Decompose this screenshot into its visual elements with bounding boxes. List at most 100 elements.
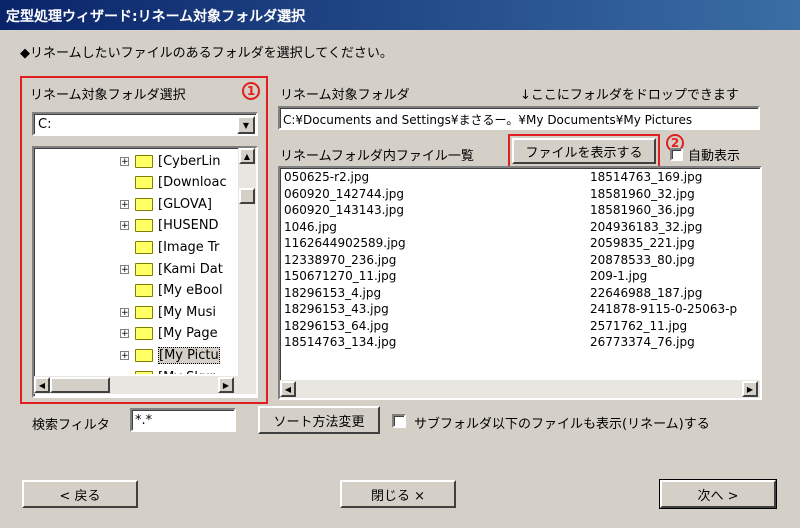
file-item[interactable]: 20878533_80.jpg — [590, 252, 737, 269]
instruction-text: ◆リネームしたいファイルのあるフォルダを選択してください。 — [20, 46, 393, 61]
file-item[interactable]: 060920_143143.jpg — [284, 202, 406, 219]
tree-item-label: [Downloac — [158, 175, 227, 191]
file-item[interactable]: 26773374_76.jpg — [590, 334, 737, 351]
folder-icon — [135, 176, 153, 190]
file-item[interactable]: 2571762_11.jpg — [590, 318, 737, 335]
back-button[interactable]: < 戻る — [22, 480, 138, 508]
tree-item-label: [My Pictu — [158, 346, 220, 364]
folder-icon — [135, 219, 153, 233]
file-list[interactable]: 050625-r2.jpg 060920_142744.jpg 060920_143… — [278, 166, 762, 400]
folder-icon — [135, 370, 153, 374]
file-item[interactable]: 209-1.jpg — [590, 268, 737, 285]
expand-icon[interactable]: + — [120, 329, 129, 339]
file-item[interactable]: 2059835_221.jpg — [590, 235, 737, 252]
file-list-label: リネームフォルダ内ファイル一覧 — [280, 149, 474, 164]
target-folder-label: リネーム対象フォルダ — [280, 88, 410, 103]
dropdown-arrow-icon[interactable]: ▼ — [237, 116, 255, 134]
file-scroll-left-icon[interactable]: ◀ — [280, 381, 296, 397]
file-item[interactable]: 18296153_4.jpg — [284, 285, 406, 302]
tree-item-label: [Image Tr — [158, 239, 220, 255]
expand-icon[interactable]: + — [120, 350, 129, 360]
tree-item-label: [GLOVA] — [158, 196, 212, 212]
subfolder-label: サブフォルダ以下のファイルも表示(リネーム)する — [414, 417, 710, 432]
file-item[interactable]: 12338970_236.jpg — [284, 252, 406, 269]
auto-display-checkbox[interactable] — [670, 148, 683, 161]
scroll-up-icon[interactable]: ▲ — [239, 148, 255, 164]
sort-button[interactable]: ソート方法変更 — [258, 406, 380, 434]
folder-icon — [135, 154, 153, 168]
file-item[interactable]: 1046.jpg — [284, 219, 406, 236]
tree-vscroll[interactable]: ▲ — [238, 148, 256, 376]
tree-item-label: [My eBool — [158, 283, 223, 299]
scroll-left-icon[interactable]: ◀ — [34, 377, 50, 393]
folder-tree[interactable]: +[CyberLin+[Downloac+[GLOVA]+[HUSEND+[Im… — [32, 146, 258, 398]
target-folder-path[interactable]: C:¥Documents and Settings¥まさるー。¥My Docum… — [278, 106, 760, 130]
file-hscroll[interactable]: ◀ ▶ — [280, 380, 760, 398]
file-item[interactable]: 204936183_32.jpg — [590, 219, 737, 236]
marker-1: 1 — [242, 82, 260, 100]
show-files-button[interactable]: ファイルを表示する — [512, 138, 656, 164]
filter-label: 検索フィルタ — [32, 418, 110, 433]
tree-item[interactable]: + [My Musi — [120, 301, 216, 323]
tree-item-label: [HUSEND — [158, 218, 219, 234]
tree-item-label: [My Skur — [158, 370, 215, 375]
auto-display-label: 自動表示 — [688, 149, 741, 164]
file-list-col1: 050625-r2.jpg 060920_142744.jpg 060920_143… — [284, 169, 406, 351]
expand-icon[interactable]: + — [120, 307, 129, 317]
drop-hint: ↓ここにフォルダをドロップできます — [520, 88, 739, 103]
tree-item[interactable]: + [HUSEND — [120, 215, 219, 237]
tree-item[interactable]: + [My Pictu — [120, 344, 220, 366]
tree-hscroll-thumb[interactable] — [50, 377, 110, 393]
tree-item[interactable]: +[My Skur — [120, 366, 215, 374]
file-item[interactable]: 22646988_187.jpg — [590, 285, 737, 302]
scroll-right-icon[interactable]: ▶ — [218, 377, 234, 393]
tree-item[interactable]: + [Kami Dat — [120, 258, 223, 280]
drive-select[interactable]: C: ▼ — [32, 112, 258, 136]
folder-icon — [135, 284, 153, 298]
filter-input-value: *.* — [135, 413, 153, 428]
expand-icon[interactable]: + — [120, 199, 129, 209]
file-item[interactable]: 18514763_134.jpg — [284, 334, 406, 351]
close-button[interactable]: 閉じる × — [340, 480, 456, 508]
folder-icon — [135, 327, 153, 341]
folder-icon — [135, 240, 153, 254]
file-item[interactable]: 241878-9115-0-25063-p — [590, 301, 737, 318]
file-scroll-right-icon[interactable]: ▶ — [742, 381, 758, 397]
expand-icon[interactable]: + — [120, 221, 129, 231]
file-item[interactable]: 18581960_32.jpg — [590, 186, 737, 203]
folder-select-label: リネーム対象フォルダ選択 — [30, 88, 186, 103]
tree-item[interactable]: + [My Page — [120, 323, 218, 345]
folder-icon — [135, 262, 153, 276]
tree-item[interactable]: + [GLOVA] — [120, 193, 212, 215]
tree-item-label: [CyberLin — [158, 153, 221, 169]
file-list-col2: 18514763_169.jpg 18581960_32.jpg 18581960_… — [590, 169, 737, 351]
tree-item[interactable]: + [CyberLin — [120, 150, 221, 172]
expand-icon[interactable]: + — [120, 264, 129, 274]
target-folder-path-value: C:¥Documents and Settings¥まさるー。¥My Docum… — [283, 113, 693, 127]
file-item[interactable]: 18514763_169.jpg — [590, 169, 737, 186]
folder-icon — [135, 197, 153, 211]
drive-select-value: C: — [38, 117, 52, 132]
window-title: 定型処理ウィザード:リネーム対象フォルダ選択 — [6, 9, 306, 25]
tree-item[interactable]: +[Image Tr — [120, 236, 219, 258]
title-bar: 定型処理ウィザード:リネーム対象フォルダ選択 — [0, 0, 800, 30]
file-item[interactable]: 150671270_11.jpg — [284, 268, 406, 285]
tree-item-label: [My Musi — [158, 304, 216, 320]
folder-icon — [135, 305, 153, 319]
filter-input[interactable]: *.* — [130, 408, 236, 432]
expand-icon[interactable]: + — [120, 156, 129, 166]
file-item[interactable]: 18296153_43.jpg — [284, 301, 406, 318]
file-item[interactable]: 18296153_64.jpg — [284, 318, 406, 335]
tree-item[interactable]: +[Downloac — [120, 172, 227, 194]
tree-vscroll-thumb[interactable] — [239, 188, 255, 204]
subfolder-checkbox[interactable] — [392, 414, 406, 428]
folder-icon — [135, 348, 153, 362]
next-button[interactable]: 次へ > — [659, 479, 777, 509]
tree-item-label: [Kami Dat — [158, 261, 223, 277]
tree-hscroll[interactable]: ◀ ▶ — [34, 376, 256, 394]
tree-item[interactable]: +[My eBool — [120, 280, 223, 302]
file-item[interactable]: 1162644902589.jpg — [284, 235, 406, 252]
file-item[interactable]: 060920_142744.jpg — [284, 186, 406, 203]
file-item[interactable]: 18581960_36.jpg — [590, 202, 737, 219]
file-item[interactable]: 050625-r2.jpg — [284, 169, 406, 186]
